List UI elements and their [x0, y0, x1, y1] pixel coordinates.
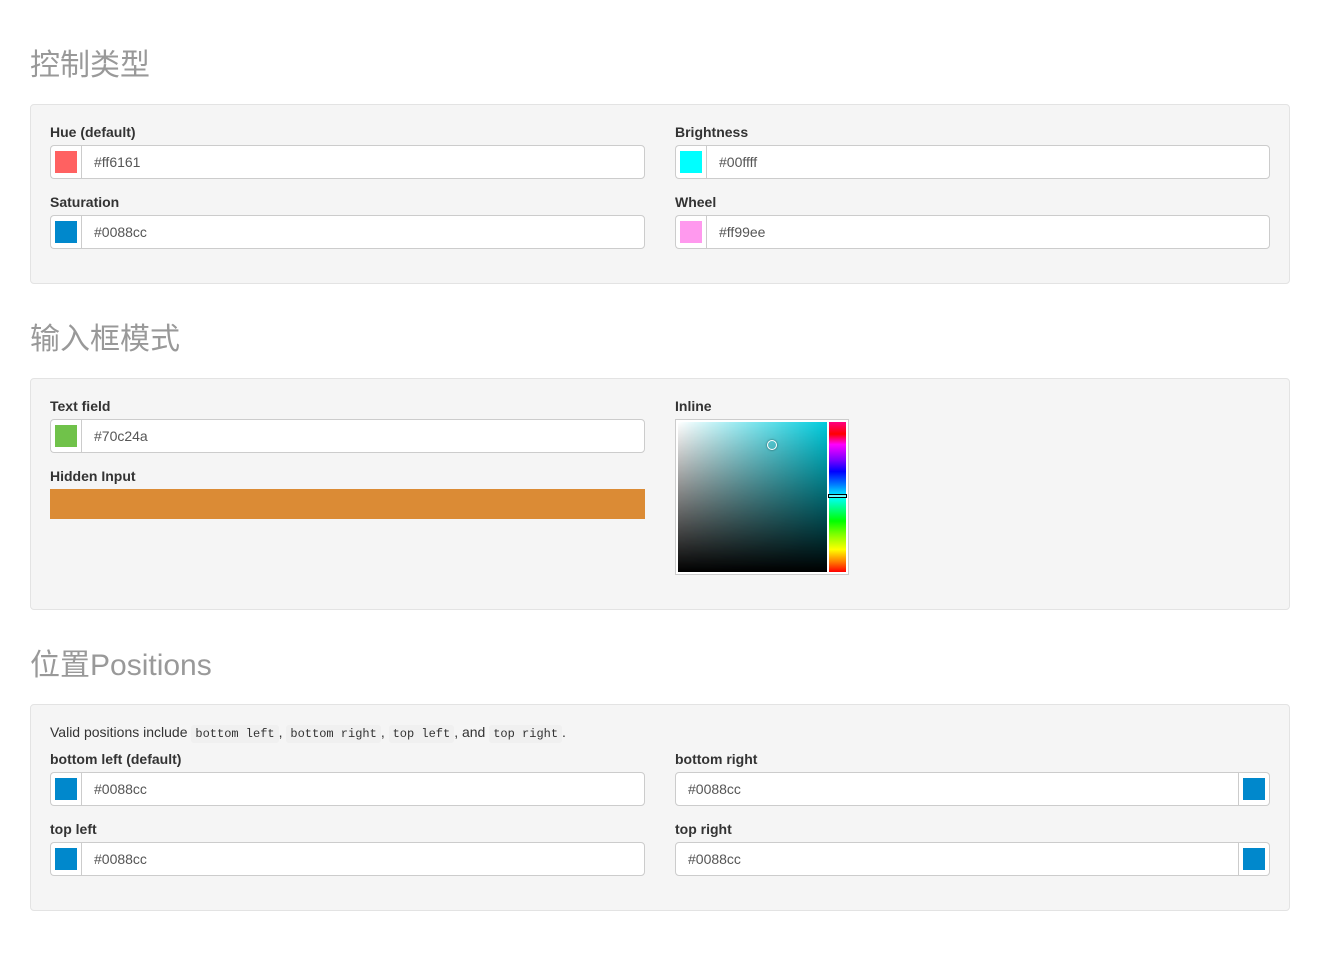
- hue-swatch-addon[interactable]: [50, 145, 81, 179]
- saturation-swatch-addon[interactable]: [50, 215, 81, 249]
- section-heading-input-modes: 输入框模式: [30, 314, 1290, 358]
- top-left-swatch-addon[interactable]: [50, 842, 81, 876]
- brightness-swatch-addon[interactable]: [675, 145, 706, 179]
- bottom-right-input[interactable]: [675, 772, 1239, 806]
- saturation-input-group: [50, 215, 645, 249]
- color-picker-cursor-icon: [767, 440, 777, 450]
- control-types-panel: Hue (default) Brightness: [30, 104, 1290, 284]
- top-left-label: top left: [50, 821, 645, 837]
- bottom-left-swatch-addon[interactable]: [50, 772, 81, 806]
- section-heading-control-types: 控制类型: [30, 40, 1290, 84]
- color-swatch-icon: [55, 848, 77, 870]
- saturation-label: Saturation: [50, 194, 645, 210]
- top-left-input-group: [50, 842, 645, 876]
- positions-panel: Valid positions include bottom left, bot…: [30, 704, 1290, 911]
- code-bottom-right: bottom right: [286, 725, 380, 743]
- textfield-input[interactable]: [81, 419, 645, 453]
- color-swatch-icon: [1243, 778, 1265, 800]
- color-swatch-icon: [680, 151, 702, 173]
- section-heading-positions: 位置Positions: [30, 640, 1290, 684]
- color-swatch-icon: [55, 425, 77, 447]
- top-right-input-group: [675, 842, 1270, 876]
- top-right-label: top right: [675, 821, 1270, 837]
- hidden-color-bar[interactable]: [50, 489, 645, 519]
- color-picker-hue-slider[interactable]: [829, 422, 846, 572]
- color-swatch-icon: [55, 151, 77, 173]
- hue-slider-indicator-icon: [828, 494, 847, 498]
- brightness-input[interactable]: [706, 145, 1270, 179]
- top-right-swatch-addon[interactable]: [1239, 842, 1270, 876]
- hue-label: Hue (default): [50, 124, 645, 140]
- color-swatch-icon: [1243, 848, 1265, 870]
- bottom-right-input-group: [675, 772, 1270, 806]
- bottom-left-input-group: [50, 772, 645, 806]
- input-modes-panel: Text field Hidden Input Inline: [30, 378, 1290, 610]
- color-swatch-icon: [55, 778, 77, 800]
- wheel-swatch-addon[interactable]: [675, 215, 706, 249]
- color-swatch-icon: [680, 221, 702, 243]
- bottom-right-swatch-addon[interactable]: [1239, 772, 1270, 806]
- wheel-input-group: [675, 215, 1270, 249]
- textfield-swatch-addon[interactable]: [50, 419, 81, 453]
- top-right-input[interactable]: [675, 842, 1239, 876]
- textfield-label: Text field: [50, 398, 645, 414]
- hue-input[interactable]: [81, 145, 645, 179]
- code-top-right: top right: [489, 725, 562, 743]
- bottom-left-label: bottom left (default): [50, 751, 645, 767]
- brightness-input-group: [675, 145, 1270, 179]
- code-bottom-left: bottom left: [191, 725, 278, 743]
- inline-color-picker[interactable]: [675, 419, 849, 575]
- inline-label: Inline: [675, 398, 1270, 414]
- wheel-input[interactable]: [706, 215, 1270, 249]
- hue-input-group: [50, 145, 645, 179]
- top-left-input[interactable]: [81, 842, 645, 876]
- color-swatch-icon: [55, 221, 77, 243]
- saturation-input[interactable]: [81, 215, 645, 249]
- hidden-input-label: Hidden Input: [50, 468, 645, 484]
- wheel-label: Wheel: [675, 194, 1270, 210]
- brightness-label: Brightness: [675, 124, 1270, 140]
- bottom-left-input[interactable]: [81, 772, 645, 806]
- bottom-right-label: bottom right: [675, 751, 1270, 767]
- color-picker-grid[interactable]: [678, 422, 827, 572]
- positions-help-text: Valid positions include bottom left, bot…: [50, 724, 1270, 741]
- code-top-left: top left: [389, 725, 455, 743]
- textfield-input-group: [50, 419, 645, 453]
